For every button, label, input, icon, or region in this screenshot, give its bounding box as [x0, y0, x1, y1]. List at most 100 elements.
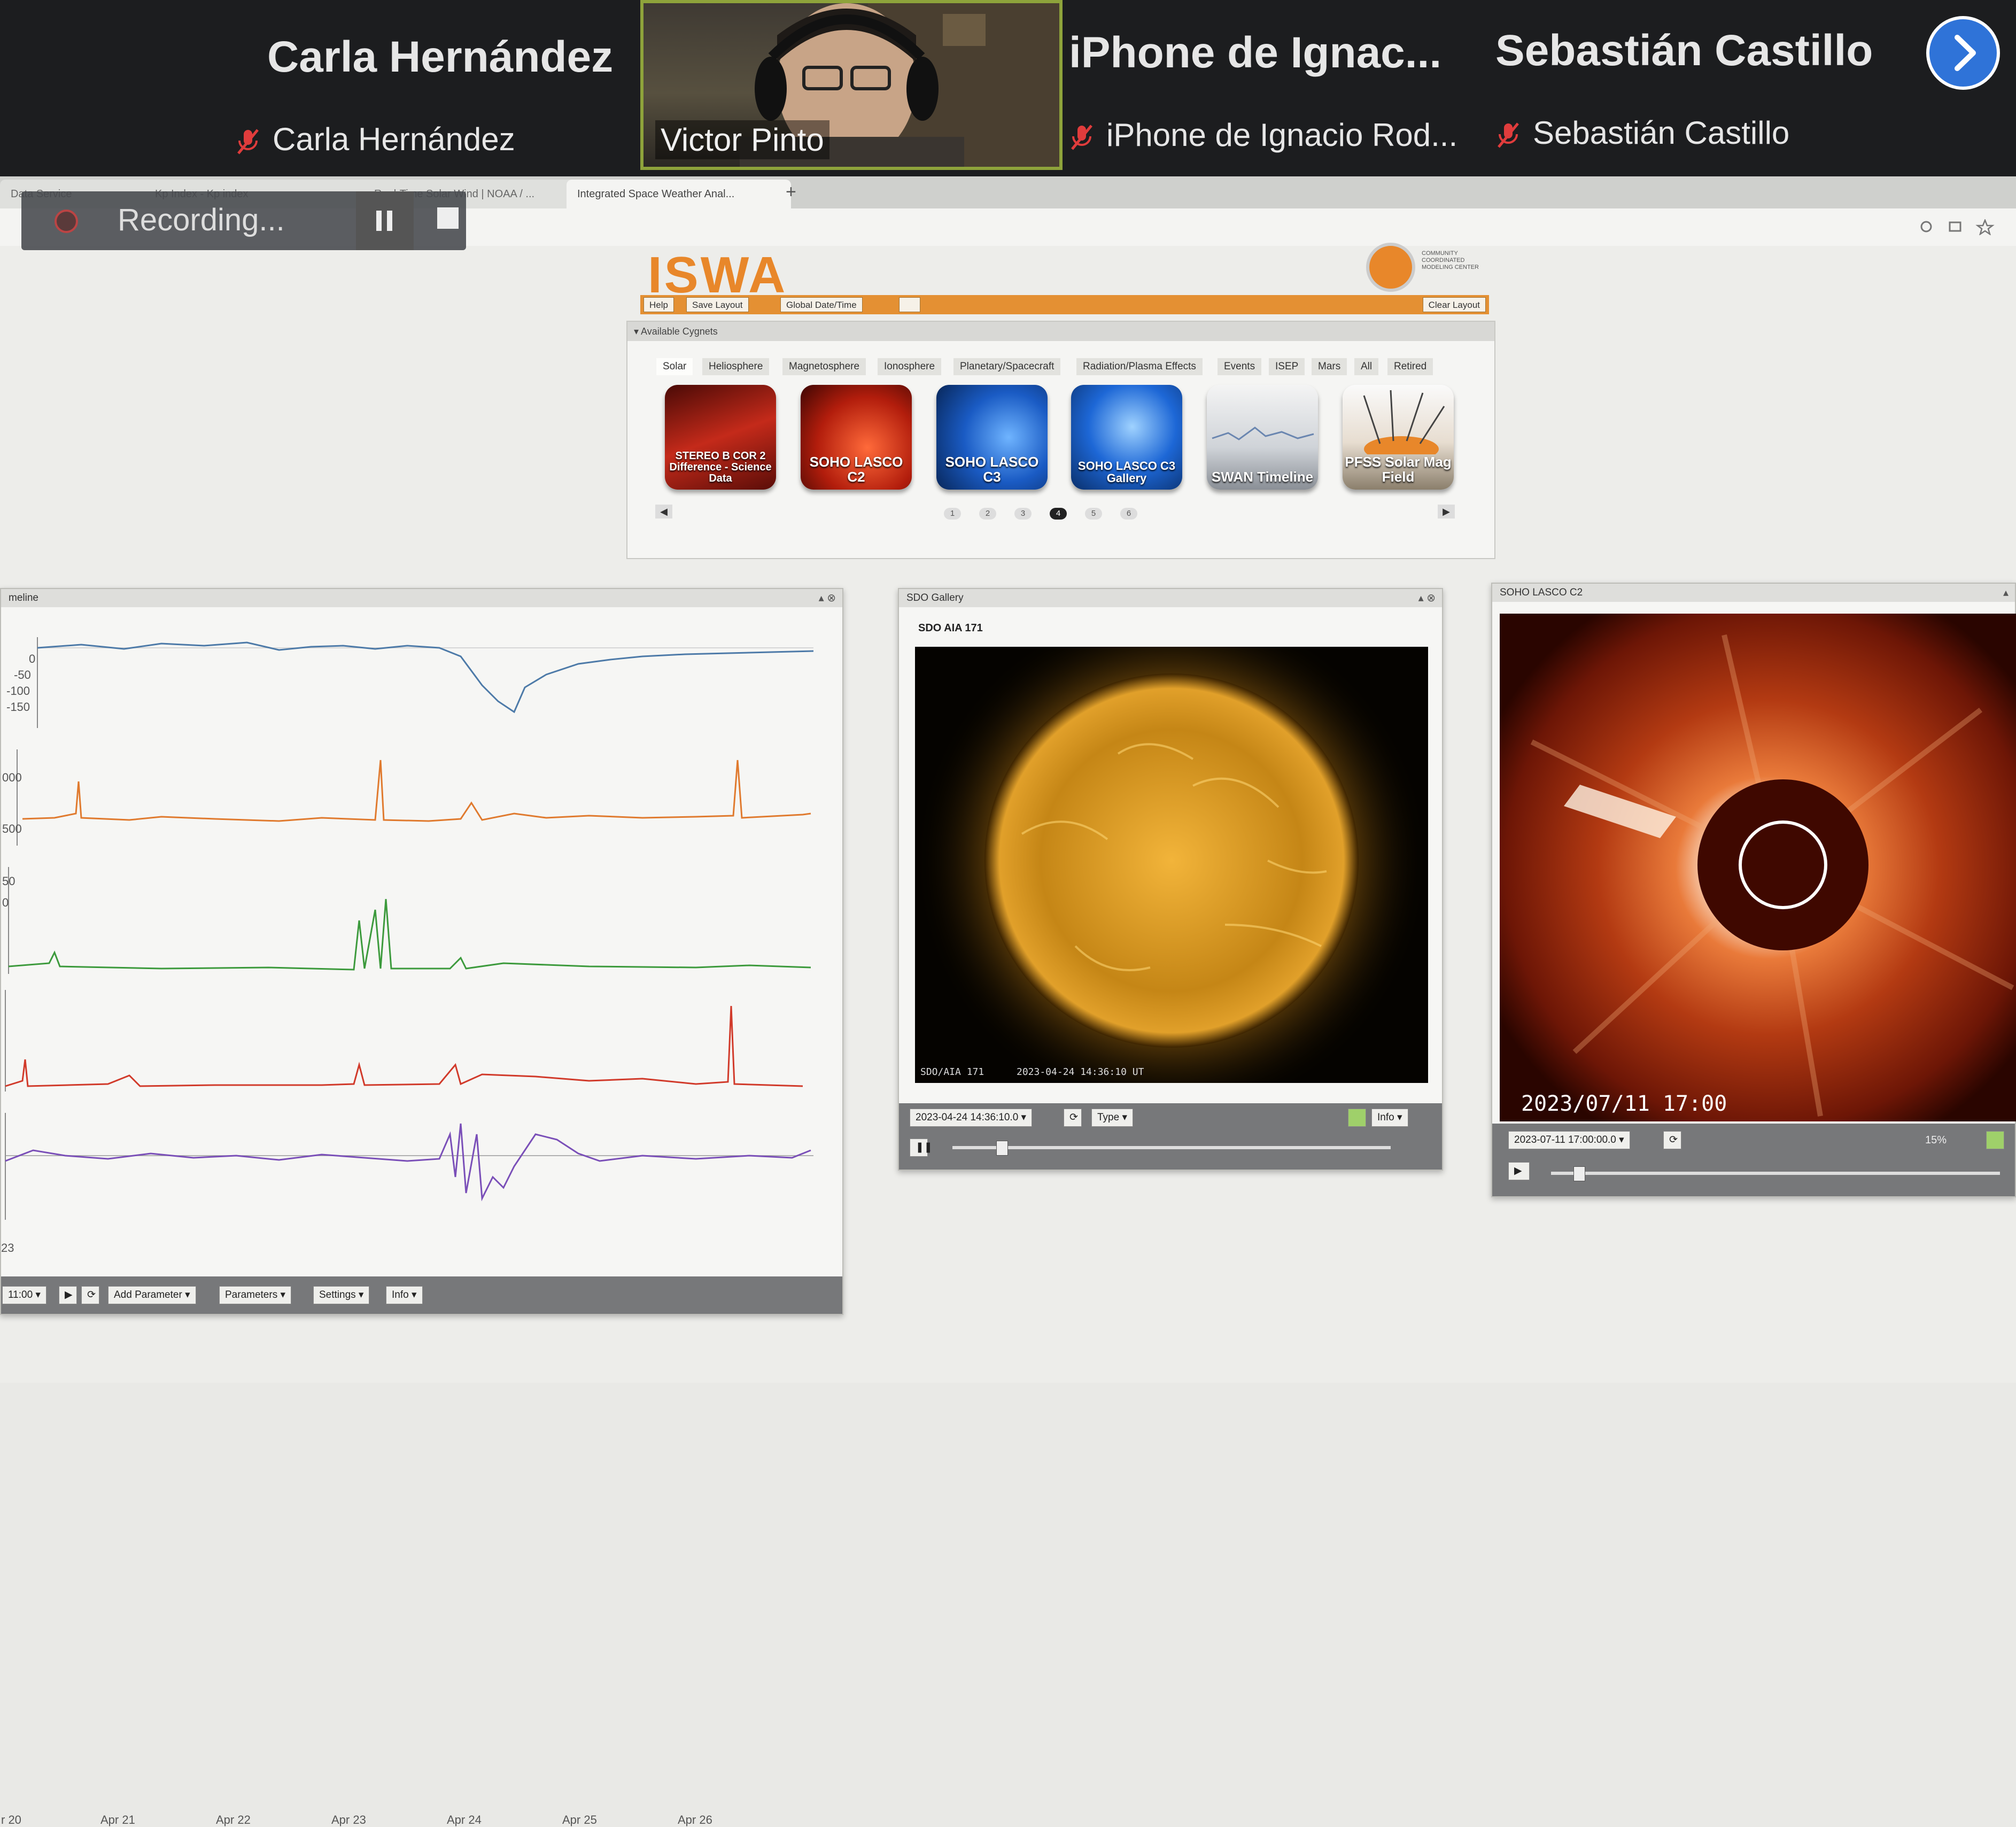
time-slider-track[interactable] — [952, 1141, 1391, 1156]
image-caption-instrument: SDO/AIA 171 — [920, 1066, 984, 1078]
browser-actions — [1920, 219, 1995, 235]
info-button[interactable]: Info ▾ — [386, 1286, 423, 1304]
star-icon — [1975, 219, 1995, 235]
stop-button[interactable] — [437, 207, 459, 229]
download-icon[interactable] — [1348, 1109, 1366, 1127]
cygnets-next-button[interactable]: ▶ — [1438, 505, 1455, 518]
x-tick: Apr 23 — [331, 1813, 366, 1826]
info-button[interactable]: Info ▾ — [1371, 1109, 1408, 1127]
year-label: 23 — [1, 1241, 14, 1255]
page-button-4[interactable]: 4 — [1050, 508, 1067, 520]
y-tick: -50 — [14, 668, 31, 682]
tab-retired[interactable]: Retired — [1387, 358, 1433, 375]
download-icon[interactable] — [1986, 1131, 2004, 1149]
cygnets-header[interactable]: ▾ Available Cygnets — [627, 322, 1494, 341]
pause-icon — [376, 211, 392, 231]
y-tick: 50 — [2, 874, 15, 888]
tab-all[interactable]: All — [1354, 358, 1379, 375]
parameters-button[interactable]: Parameters ▾ — [219, 1286, 292, 1304]
sdo-aia-171-image: SDO/AIA 171 2023-04-24 14:36:10 UT — [915, 647, 1428, 1083]
iswa-toolbar: Help Save Layout Global Date/Time Clear … — [640, 295, 1489, 314]
participant-tile-sebastian[interactable]: Sebastián Castillo Sebastián Castillo — [1486, 0, 1913, 176]
play-button[interactable]: ▶ — [1508, 1162, 1530, 1180]
time-select[interactable]: 11:00 ▾ — [2, 1286, 46, 1304]
image-subtitle: SDO AIA 171 — [918, 622, 983, 634]
participant-video-victor[interactable]: Victor Pinto — [640, 0, 1063, 170]
tab-ionosphere[interactable]: Ionosphere — [878, 358, 942, 375]
tab-mars[interactable]: Mars — [1312, 358, 1347, 375]
datetime-select[interactable]: 2023-07-11 17:00:00.0 ▾ — [1508, 1131, 1630, 1149]
cygnet-pfss-solar-mag-field[interactable]: PFSS Solar Mag Field — [1343, 385, 1454, 490]
page-button-6[interactable]: 6 — [1120, 508, 1137, 520]
green-series-line — [8, 899, 811, 971]
pause-button[interactable]: ❚❚ — [910, 1139, 933, 1157]
green-plot — [8, 867, 811, 974]
page-button-3[interactable]: 3 — [1014, 508, 1032, 520]
page-button-5[interactable]: 5 — [1085, 508, 1102, 520]
refresh-icon[interactable]: ⟳ — [1064, 1109, 1082, 1127]
timeline-window: meline ▴ ⊗ 0 -50 -100 -150 000 500 50 0 — [0, 588, 843, 1826]
cygnet-swan-timeline[interactable]: SWAN Timeline — [1207, 385, 1318, 490]
time-slider-thumb[interactable] — [996, 1141, 1008, 1156]
y-tick: -100 — [6, 684, 30, 698]
participant-label: iPhone de Ignacio Rod... — [1069, 117, 1457, 153]
browser-tab-active[interactable]: Integrated Space Weather Anal... — [567, 180, 791, 208]
cygnet-stereo-b-cor2[interactable]: STEREO B COR 2 Difference - Science Data — [665, 385, 776, 490]
participant-tile-iphone[interactable]: iPhone de Ignac... iPhone de Ignacio Rod… — [1061, 0, 1472, 176]
tab-events[interactable]: Events — [1218, 358, 1262, 375]
tab-heliosphere[interactable]: Heliosphere — [702, 358, 770, 375]
y-tick: 000 — [2, 771, 22, 784]
next-participants-button[interactable] — [1926, 16, 2000, 90]
add-parameter-button[interactable]: Add Parameter ▾ — [108, 1286, 196, 1304]
ccmc-logo-text: COMMUNITY COORDINATED MODELING CENTER — [1422, 250, 1479, 270]
type-select[interactable]: Type ▾ — [1091, 1109, 1134, 1127]
window-controls[interactable]: ▴ ⊗ — [819, 589, 836, 607]
participant-label: Carla Hernández — [235, 121, 515, 158]
global-datetime-button[interactable]: Global Date/Time — [780, 297, 863, 312]
help-button[interactable]: Help — [643, 297, 674, 312]
participant-tile-carla[interactable]: Carla Hernández Carla Hernández — [0, 0, 636, 176]
page-button-2[interactable]: 2 — [979, 508, 996, 520]
time-slider-track[interactable] — [1551, 1166, 2000, 1181]
pause-button[interactable] — [356, 191, 414, 250]
settings-icon-button[interactable] — [899, 297, 920, 312]
chevron-right-icon — [1955, 35, 1976, 71]
window-controls[interactable]: ▴ ⊗ — [1418, 589, 1436, 607]
sdo-footer: 2023-04-24 14:36:10.0 ▾ ⟳ Type ▾ Info ▾ … — [899, 1103, 1442, 1170]
ccmc-logo-icon — [1366, 243, 1415, 292]
x-tick: Apr 26 — [678, 1813, 712, 1826]
refresh-icon[interactable]: ⟳ — [81, 1286, 99, 1304]
x-tick: Apr 24 — [447, 1813, 482, 1826]
new-tab-button[interactable]: + — [786, 182, 796, 203]
timeline-plots — [5, 637, 814, 1220]
tab-planetary-spacecraft[interactable]: Planetary/Spacecraft — [953, 358, 1061, 375]
cygnet-soho-lasco-c3-gallery[interactable]: SOHO LASCO C3 Gallery — [1071, 385, 1182, 490]
tab-radiation-plasma[interactable]: Radiation/Plasma Effects — [1076, 358, 1203, 375]
cygnets-prev-button[interactable]: ◀ — [655, 505, 672, 518]
window-controls[interactable]: ▴ — [2003, 584, 2009, 602]
image-caption-time: 2023-04-24 14:36:10 UT — [1017, 1066, 1144, 1078]
cygnet-soho-lasco-c3[interactable]: SOHO LASCO C3 — [936, 385, 1048, 490]
datetime-select[interactable]: 2023-04-24 14:36:10.0 ▾ — [910, 1109, 1033, 1127]
window-title: meline — [1, 589, 842, 607]
recording-dot-icon — [55, 210, 78, 233]
tab-magnetosphere[interactable]: Magnetosphere — [782, 358, 866, 375]
red-series-line — [5, 1005, 803, 1087]
cygnet-soho-lasco-c2[interactable]: SOHO LASCO C2 — [801, 385, 912, 490]
play-button[interactable]: ▶ — [59, 1286, 77, 1304]
save-layout-button[interactable]: Save Layout — [686, 297, 749, 312]
refresh-icon[interactable]: ⟳ — [1663, 1131, 1681, 1149]
clear-layout-button[interactable]: Clear Layout — [1422, 297, 1486, 312]
page-button-1[interactable]: 1 — [944, 508, 961, 520]
y-tick: 0 — [29, 652, 36, 665]
time-slider-thumb[interactable] — [1573, 1166, 1585, 1181]
soho-lasco-c2-window: SOHO LASCO C2 ▴ 2023/07/11 17:00 2023-07… — [1491, 583, 2016, 1197]
recording-indicator: Recording... — [21, 191, 466, 250]
settings-button[interactable]: Settings ▾ — [313, 1286, 370, 1304]
zoom-level: 15% — [1925, 1134, 1947, 1146]
tab-solar[interactable]: Solar — [656, 358, 693, 375]
dst-series-line — [37, 641, 814, 714]
red-plot — [5, 990, 803, 1091]
share-icon — [1949, 221, 1961, 232]
tab-isep[interactable]: ISEP — [1269, 358, 1305, 375]
